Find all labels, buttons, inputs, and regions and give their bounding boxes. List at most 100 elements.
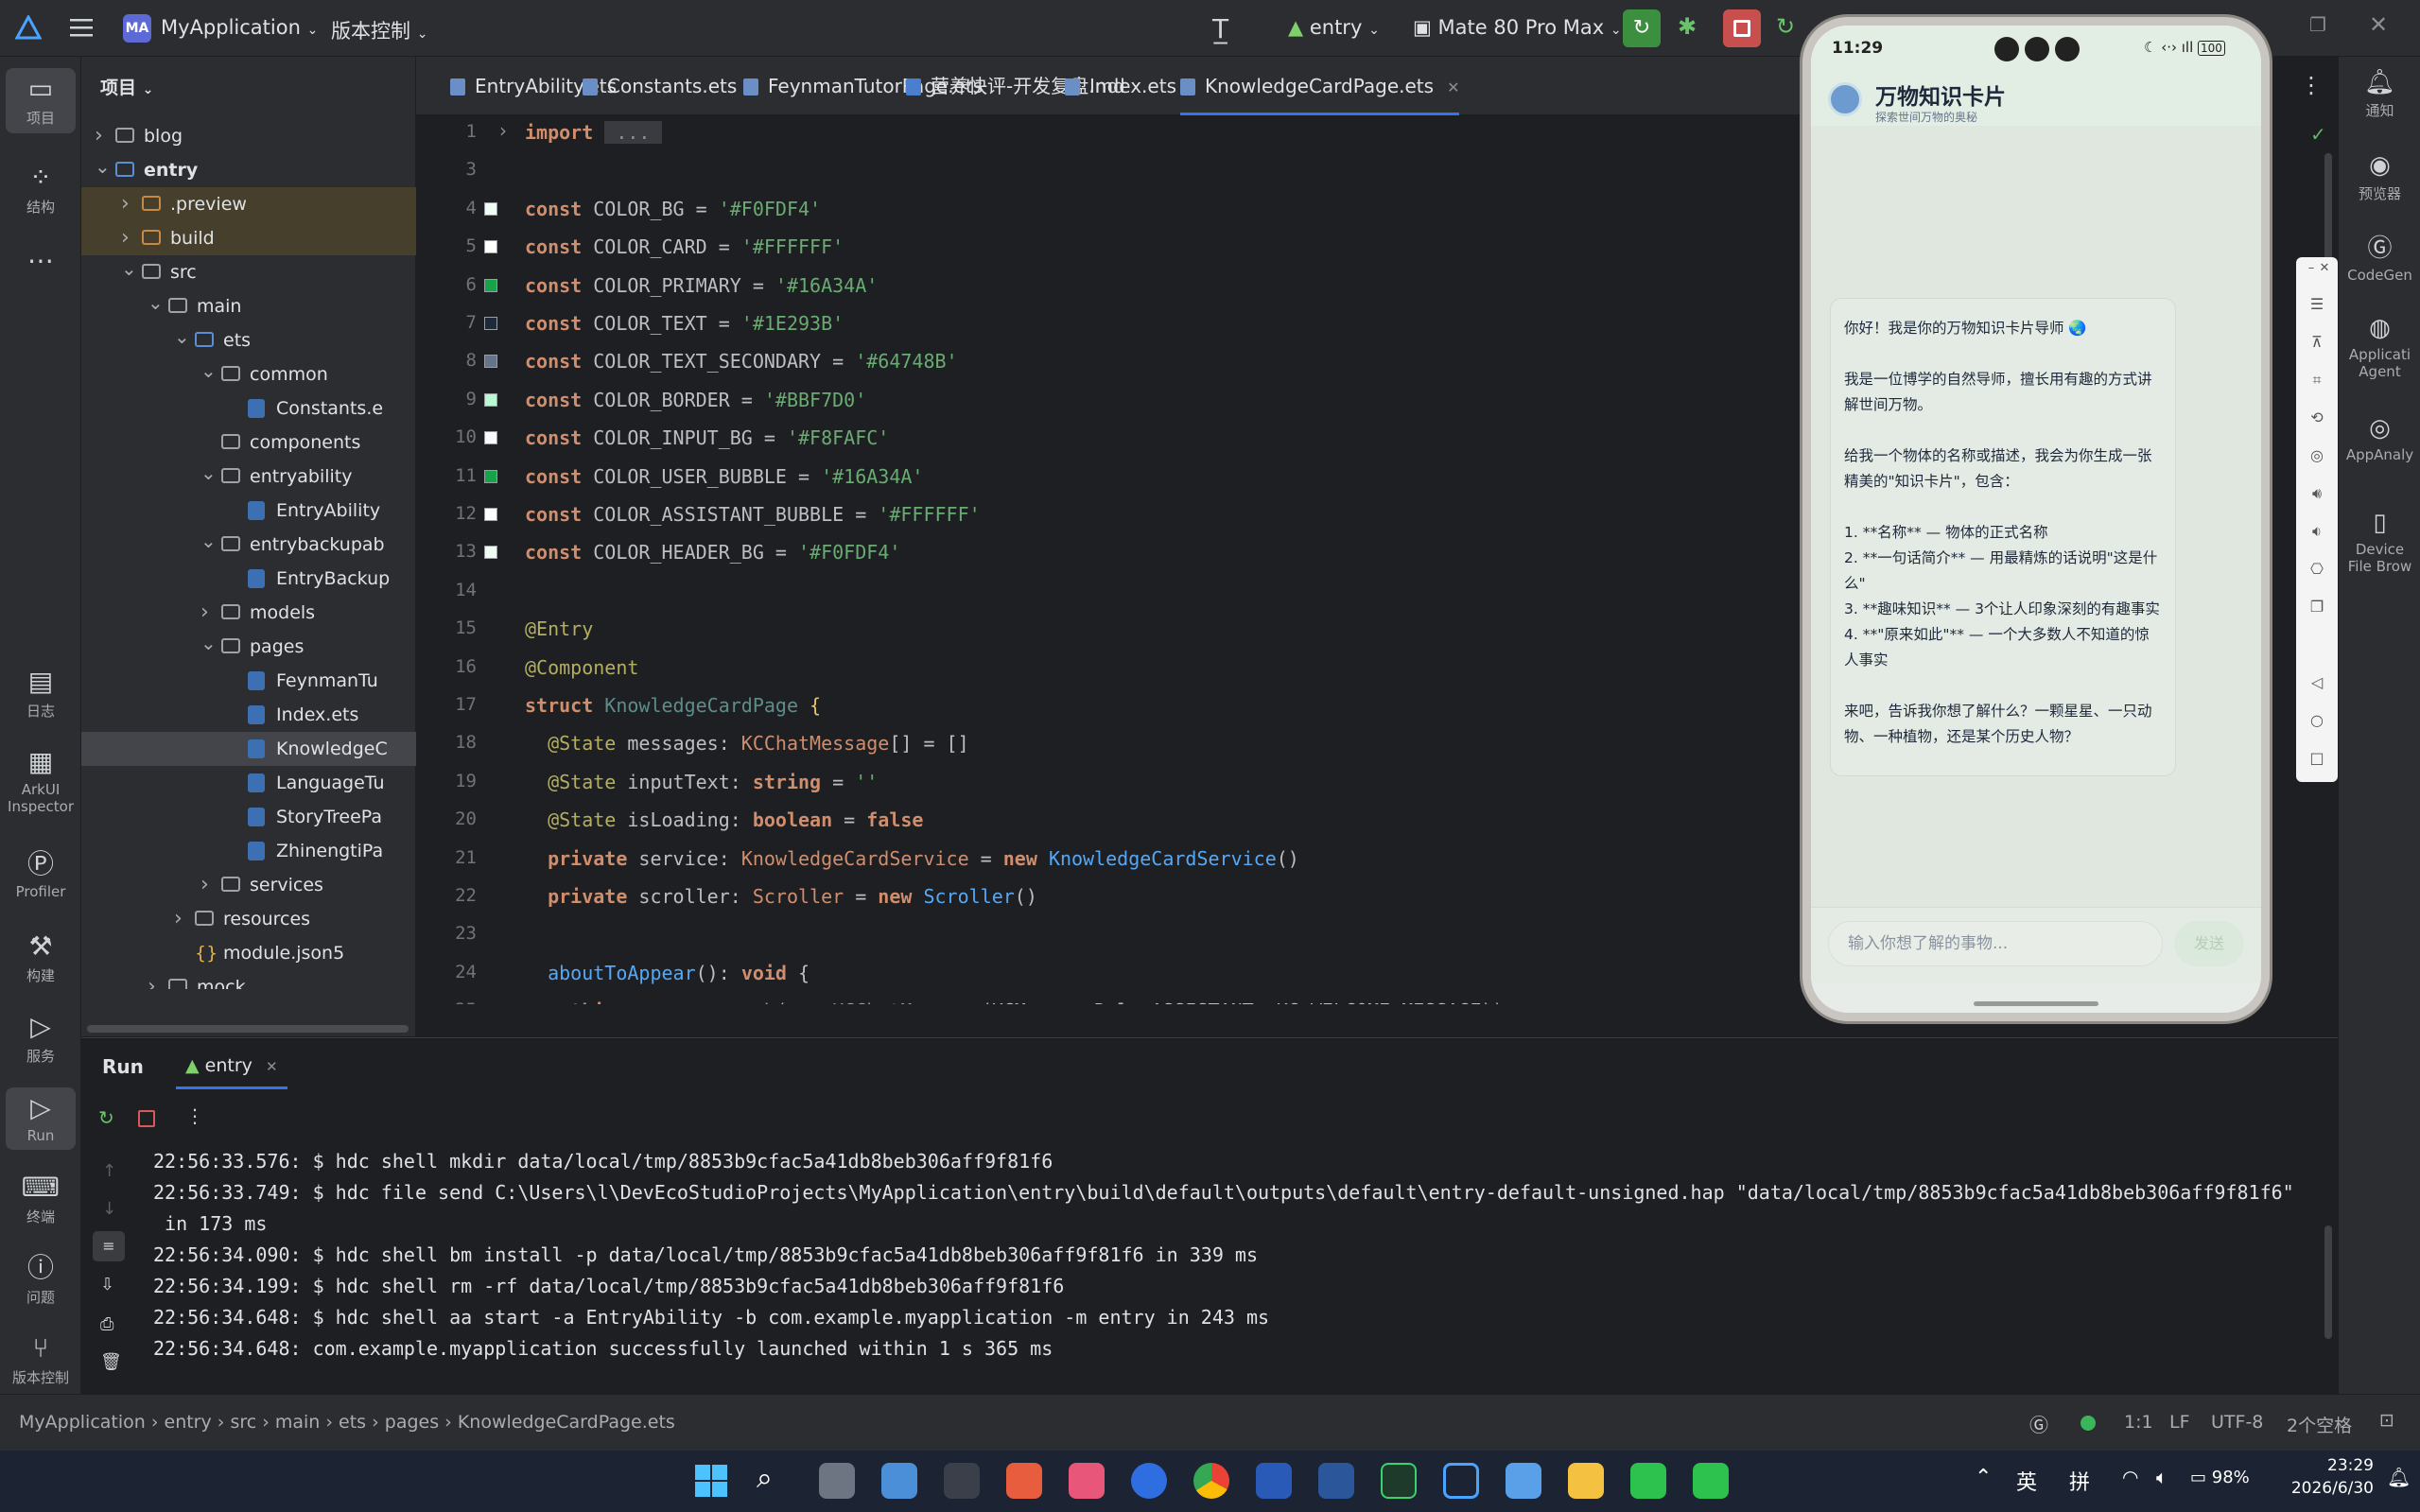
close-tab-icon[interactable]: ✕ (266, 1058, 278, 1075)
chevron-right-icon[interactable]: › (200, 868, 209, 902)
stop-run-icon[interactable] (138, 1110, 155, 1127)
back-icon[interactable]: ◁ (2296, 673, 2338, 691)
color-swatch[interactable] (484, 508, 497, 521)
fold-icon[interactable]: › (499, 119, 507, 142)
tree-item[interactable]: ⌄ entryability (81, 460, 416, 494)
chat-area[interactable]: 你好！我是你的万物知识卡片导师 🌏 我是一位博学的自然导师，擅长用有趣的方式讲解世… (1811, 126, 2261, 907)
tree-item[interactable]: Index.ets (81, 698, 416, 732)
task-view-icon[interactable] (819, 1463, 855, 1499)
tool-structure[interactable]: ⁘ 结构 (0, 163, 81, 217)
tree-item[interactable]: › build (81, 221, 416, 255)
close-icon[interactable]: ✕ (2304, 261, 2345, 275)
tree-item[interactable]: ⌄ common (81, 357, 416, 391)
tree-item[interactable]: ⌄ pages (81, 630, 416, 664)
location-icon[interactable]: ◎ (2296, 446, 2338, 464)
project-panel-header[interactable]: 项目 ⌄ (100, 74, 153, 99)
tree-item[interactable]: KnowledgeC (81, 732, 416, 766)
tree-item[interactable]: ⌄ main (81, 289, 416, 323)
horizontal-scrollbar[interactable] (87, 1025, 409, 1033)
tool-appanalyzer[interactable]: ◎ AppAnaly (2339, 414, 2420, 463)
stop-button[interactable] (1723, 9, 1761, 47)
ime-mode[interactable]: 拼 (2069, 1466, 2090, 1496)
ai-assist-icon[interactable]: Ⓖ (2029, 1410, 2048, 1437)
home-indicator[interactable] (1974, 1001, 2098, 1006)
vcs-menu[interactable]: 版本控制 ⌄ (331, 16, 427, 44)
tree-item[interactable]: FeynmanTu (81, 664, 416, 698)
tree-item[interactable]: ⌄ ets (81, 323, 416, 357)
run-tab[interactable]: Run (102, 1055, 144, 1078)
tree-item[interactable]: › resources (81, 902, 416, 936)
tree-item[interactable]: EntryBackup (81, 562, 416, 596)
run-log-output[interactable]: 22:56:33.576: $ hdc shell mkdir data/loc… (81, 1150, 2338, 1386)
tree-item[interactable]: ZhinengtiPa (81, 834, 416, 868)
chevron-right-icon[interactable]: › (174, 902, 183, 936)
rerun-button[interactable]: ↻ (1623, 9, 1661, 47)
pin-icon[interactable]: ⊼ (2296, 333, 2338, 351)
tool-codegenie[interactable]: Ⓖ CodeGen (2339, 235, 2420, 284)
color-swatch[interactable] (484, 201, 497, 216)
music-app-icon[interactable] (1069, 1463, 1105, 1499)
tool-terminal[interactable]: ⌨ 终端 (0, 1173, 81, 1226)
close-tab-icon[interactable]: ✕ (1447, 78, 1459, 96)
rerun-icon[interactable]: ↻ (98, 1106, 114, 1129)
breadcrumb-item[interactable]: src (230, 1412, 256, 1433)
start-icon[interactable] (694, 1464, 728, 1498)
close-window-icon[interactable]: ✕ (2369, 11, 2388, 38)
send-button[interactable]: 发送 (2174, 921, 2244, 966)
tree-item[interactable]: › .preview (81, 187, 416, 221)
device-emulator[interactable]: 11:29 ☾ ‹·› ıll 100 万物知识卡片 探索世间万物的奥秘 你好！… (1802, 17, 2270, 1021)
color-swatch[interactable] (484, 431, 497, 445)
breadcrumb-item[interactable]: MyApplication (19, 1412, 146, 1433)
chrome-icon[interactable] (1193, 1463, 1229, 1499)
tool-vcs[interactable]: ⑂ 版本控制 (0, 1333, 81, 1387)
restore-window-icon[interactable]: ❐ (2309, 13, 2326, 36)
tool-previewer[interactable]: ◉ 预览器 (2339, 151, 2420, 203)
tray-overflow-icon[interactable]: ⌃ (1975, 1466, 1992, 1489)
chevron-right-icon[interactable]: › (121, 221, 130, 255)
message-input[interactable]: 输入你想了解的事物... (1828, 921, 2163, 966)
messaging-icon[interactable] (1693, 1463, 1729, 1499)
line-separator[interactable]: LF (2169, 1412, 2190, 1433)
tree-item[interactable]: components (81, 426, 416, 460)
run-config-selector[interactable]: ▲ entry ⌄ (1288, 16, 1380, 39)
menu-icon[interactable]: ☰ (2296, 295, 2338, 313)
notification-bell-icon[interactable]: 🔔︎ (2387, 1466, 2411, 1488)
tool-project[interactable]: ▭ 项目 (6, 68, 76, 133)
chevron-down-icon[interactable]: ⌄ (200, 357, 217, 388)
tool-problems[interactable]: ⓘ 问题 (0, 1253, 81, 1307)
tree-item[interactable]: ⌄ src (81, 255, 416, 289)
terminal-app-icon[interactable] (1381, 1463, 1417, 1499)
main-menu-icon[interactable] (68, 15, 95, 40)
tool-application-agent[interactable]: ◍ Applicati Agent (2339, 314, 2420, 380)
tool-notifications[interactable]: 🔔︎ 通知 (2339, 68, 2420, 120)
tool-services[interactable]: ▷ 服务 (0, 1012, 81, 1066)
tree-item[interactable]: {} module.json5 (81, 936, 416, 970)
breadcrumb-item[interactable]: ets (339, 1412, 366, 1433)
chevron-right-icon[interactable]: › (121, 187, 130, 221)
log-scrollbar[interactable] (2324, 1225, 2332, 1339)
home-icon[interactable]: ○ (2296, 711, 2338, 729)
file-explorer-icon[interactable] (1568, 1463, 1604, 1499)
deveco-active-icon[interactable] (1506, 1463, 1541, 1499)
apply-changes-icon[interactable]: ↻ (1776, 13, 1795, 40)
file-encoding[interactable]: UTF-8 (2211, 1412, 2263, 1433)
chevron-down-icon[interactable]: ⌄ (148, 289, 164, 320)
chevron-down-icon[interactable]: ⌄ (174, 323, 190, 354)
cursor-position[interactable]: 1:1 (2124, 1412, 2153, 1433)
tree-item[interactable]: EntryAbility (81, 494, 416, 528)
more-tools-button[interactable]: ⋯ (0, 246, 81, 280)
editor-tab[interactable]: Index.ets (1065, 57, 1176, 115)
store-icon[interactable] (1006, 1463, 1042, 1499)
speaker-icon[interactable]: 🔈︎ (2156, 1466, 2168, 1488)
tool-profiler[interactable]: Ⓟ Profiler (0, 849, 81, 901)
more-options-icon[interactable]: ⋮ (185, 1104, 204, 1127)
color-swatch[interactable] (484, 355, 497, 369)
powershell-icon[interactable] (1256, 1463, 1292, 1499)
tree-item[interactable]: ⌄ entrybackupab (81, 528, 416, 562)
text-tool-icon[interactable]: T̲ (1212, 13, 1228, 44)
battery-status[interactable]: ▭ 98% (2190, 1468, 2250, 1487)
color-swatch[interactable] (484, 317, 497, 330)
tree-item[interactable]: LanguageTu (81, 766, 416, 800)
ime-language[interactable]: 英 (2016, 1466, 2037, 1496)
widgets-icon[interactable] (881, 1463, 917, 1499)
